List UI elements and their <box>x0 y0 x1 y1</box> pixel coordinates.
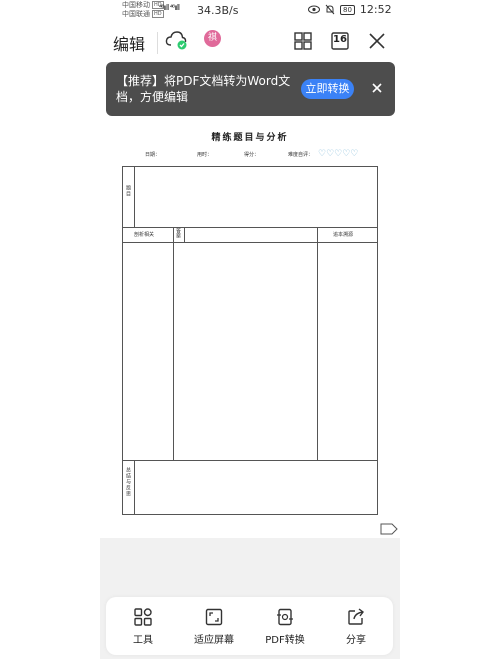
battery-icon: 80 <box>340 4 355 15</box>
pdf-convert-button[interactable]: PDF转换 <box>250 607 320 646</box>
tools-icon <box>134 608 152 626</box>
bottom-toolbar: 工具 适应屏幕 PDF转换 分享 <box>106 597 393 655</box>
page-count-button[interactable]: 16 <box>329 30 351 52</box>
difficulty-label: 难度自评： <box>288 152 314 158</box>
share-button[interactable]: 分享 <box>321 607 391 646</box>
cloud-sync-icon[interactable] <box>165 29 189 51</box>
signal-icon: ⁴⁶ııll ⁴⁶ııll <box>159 3 180 12</box>
share-icon <box>348 608 364 625</box>
answer-label: 答案 <box>175 228 181 238</box>
analysis-label: 剖析相关 <box>134 232 155 238</box>
analysis-table: 题目 剖析相关 答案 追本溯源 总结与反思 <box>122 166 378 515</box>
document-title: 精练题目与分析 <box>211 133 289 143</box>
table-divider <box>123 227 377 228</box>
close-icon[interactable] <box>366 30 388 52</box>
recommend-banner: 【推荐】将PDF文档转为Word文档，方便编辑 立即转换 <box>106 62 395 116</box>
date-label: 日期： <box>145 152 161 158</box>
share-label: 分享 <box>346 635 366 646</box>
topic-label: 题目 <box>125 185 131 197</box>
banner-close-icon[interactable] <box>368 79 386 97</box>
carrier-1: 中国移动 <box>122 1 150 9</box>
toolbar-divider <box>157 32 158 54</box>
summary-label: 总结与反思 <box>125 467 131 497</box>
table-divider <box>134 167 135 227</box>
net-speed: 34.3B/s <box>197 4 239 17</box>
fit-screen-button[interactable]: 适应屏幕 <box>179 607 249 646</box>
mute-bell-icon <box>325 4 335 15</box>
banner-text: 【推荐】将PDF文档转为Word文档，方便编辑 <box>116 74 291 104</box>
time-label: 用时： <box>197 152 213 158</box>
fit-screen-icon <box>205 608 223 626</box>
pdf-convert-icon <box>277 608 293 626</box>
source-label: 追本溯源 <box>333 232 354 238</box>
fit-screen-label: 适应屏幕 <box>194 635 234 646</box>
pdf-convert-label: PDF转换 <box>265 635 305 646</box>
table-divider <box>317 227 318 460</box>
eye-icon <box>308 5 320 14</box>
tools-label: 工具 <box>133 635 153 646</box>
top-toolbar: 编辑 祺 16 <box>0 22 500 60</box>
carrier-2: 中国联通 <box>122 10 150 18</box>
table-divider <box>134 460 135 514</box>
table-divider <box>123 242 377 243</box>
page-count: 16 <box>333 34 347 45</box>
carrier-info: 中国移动 HD 中国联通 HD <box>122 1 164 19</box>
score-label: 得分： <box>244 152 260 158</box>
avatar[interactable]: 祺 <box>204 30 221 47</box>
tools-button[interactable]: 工具 <box>108 607 178 646</box>
convert-now-button[interactable]: 立即转换 <box>301 79 354 99</box>
table-divider <box>123 460 377 461</box>
edit-button[interactable]: 编辑 <box>113 31 145 55</box>
table-divider <box>184 227 185 242</box>
status-bar: 中国移动 HD 中国联通 HD ⁴⁶ııll ⁴⁶ııll 34.3B/s 80 1… <box>0 0 500 22</box>
table-divider <box>173 227 174 460</box>
clock: 12:52 <box>359 3 392 16</box>
difficulty-hearts: ♡♡♡♡♡ <box>318 149 359 159</box>
document-page: 精练题目与分析 日期： 用时： 得分： 难度自评： ♡♡♡♡♡ 题目 剖析相关 … <box>100 116 400 538</box>
grid-view-icon[interactable] <box>292 30 314 52</box>
bookmark-tag-icon[interactable] <box>380 523 398 535</box>
status-right: 80 12:52 <box>308 3 392 16</box>
